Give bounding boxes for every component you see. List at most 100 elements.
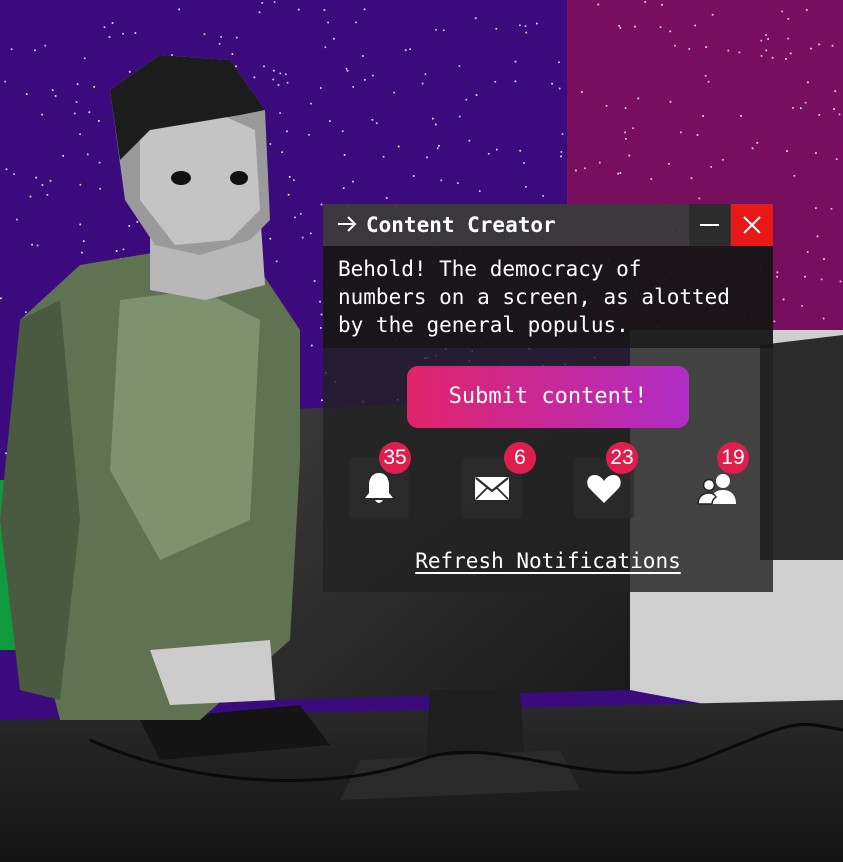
star xyxy=(669,30,672,33)
star xyxy=(272,78,274,81)
star xyxy=(301,236,304,239)
star xyxy=(288,176,291,178)
star xyxy=(76,83,79,85)
star xyxy=(597,3,600,6)
star xyxy=(98,120,100,122)
star xyxy=(98,161,101,164)
notification-heart-button[interactable]: 23 xyxy=(574,442,638,518)
star xyxy=(355,21,357,24)
star xyxy=(694,24,696,27)
star xyxy=(514,80,517,83)
star xyxy=(767,38,769,40)
star xyxy=(637,97,640,100)
star xyxy=(319,87,322,89)
star xyxy=(13,173,15,175)
star xyxy=(617,172,619,175)
star xyxy=(171,54,173,56)
star xyxy=(375,122,378,124)
star xyxy=(25,93,28,95)
star xyxy=(698,197,701,200)
star xyxy=(310,102,312,105)
star xyxy=(584,167,586,170)
star xyxy=(62,155,64,157)
star xyxy=(711,13,714,16)
star xyxy=(273,69,275,72)
star xyxy=(560,155,562,158)
star xyxy=(352,180,354,183)
star xyxy=(285,73,287,76)
arrow-right-icon xyxy=(338,216,357,232)
star xyxy=(804,101,807,104)
star xyxy=(269,143,272,145)
star xyxy=(496,148,498,151)
star xyxy=(680,131,682,134)
star xyxy=(134,32,137,34)
star xyxy=(833,108,835,110)
star xyxy=(342,187,345,189)
star xyxy=(128,225,131,227)
star xyxy=(771,56,774,59)
star xyxy=(818,114,821,116)
star xyxy=(785,58,787,60)
star xyxy=(458,115,461,118)
star xyxy=(536,22,538,25)
star xyxy=(324,46,327,49)
star xyxy=(203,33,206,35)
content-creator-window: Content Creator Behold! The democracy of… xyxy=(323,204,773,592)
star xyxy=(806,251,809,253)
star xyxy=(281,151,283,153)
star xyxy=(810,47,812,50)
star xyxy=(519,24,521,27)
notification-mail-button[interactable]: 6 xyxy=(462,442,536,518)
star xyxy=(385,197,388,199)
star xyxy=(87,153,89,156)
star xyxy=(820,278,823,281)
window-titlebar[interactable]: Content Creator xyxy=(323,204,773,246)
star xyxy=(372,74,374,77)
star xyxy=(397,145,400,148)
star xyxy=(495,27,498,30)
star xyxy=(786,150,788,152)
notification-bell-button[interactable]: 35 xyxy=(349,442,411,518)
star xyxy=(668,163,670,165)
star xyxy=(5,168,8,171)
star xyxy=(79,223,81,226)
star xyxy=(793,175,796,177)
star xyxy=(343,154,346,156)
star xyxy=(313,280,316,282)
star xyxy=(781,10,783,13)
star xyxy=(650,178,653,180)
close-button[interactable] xyxy=(731,204,773,246)
star xyxy=(300,213,302,215)
star xyxy=(625,138,627,140)
star xyxy=(409,48,411,50)
star xyxy=(727,49,730,52)
star xyxy=(352,86,354,88)
submit-content-button[interactable]: Submit content! xyxy=(407,366,689,428)
star xyxy=(575,169,577,172)
star xyxy=(494,81,497,83)
star xyxy=(432,117,434,120)
notification-count-badge: 6 xyxy=(504,442,536,474)
star xyxy=(297,8,300,11)
star xyxy=(765,34,767,36)
minimize-button[interactable] xyxy=(689,204,730,246)
star xyxy=(816,235,819,238)
star xyxy=(776,275,778,278)
star xyxy=(263,65,265,68)
bell-icon xyxy=(365,473,393,503)
star xyxy=(465,98,468,101)
window-title: Content Creator xyxy=(366,213,556,237)
star xyxy=(756,142,759,144)
star xyxy=(341,130,344,132)
star xyxy=(412,175,415,177)
star xyxy=(346,69,349,72)
star xyxy=(287,193,290,196)
star xyxy=(82,240,85,242)
star xyxy=(619,172,622,174)
notification-users-button[interactable]: 19 xyxy=(687,442,749,518)
refresh-notifications-link[interactable]: Refresh Notifications xyxy=(323,548,773,574)
star xyxy=(5,452,7,455)
star xyxy=(776,271,779,274)
star xyxy=(487,153,490,155)
